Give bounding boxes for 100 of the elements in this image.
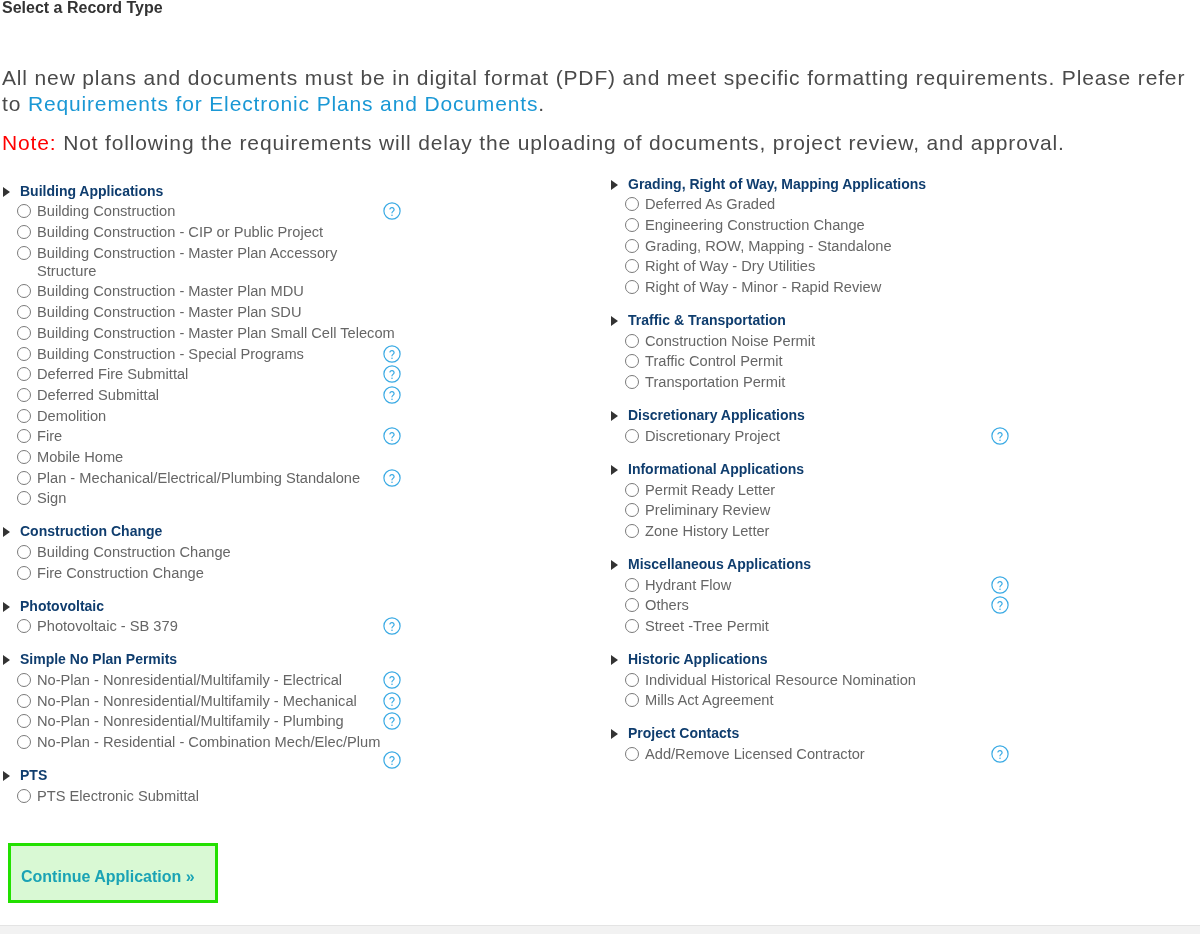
radio-button[interactable]	[625, 693, 639, 708]
option-label: Deferred Fire Submittal	[37, 366, 189, 383]
option-label: No-Plan - Nonresidential/Multifamily - Mechanical	[37, 692, 357, 709]
radio-button[interactable]	[625, 523, 639, 538]
radio-button[interactable]	[17, 619, 31, 634]
help-icon[interactable]	[383, 468, 401, 487]
radio-button[interactable]	[17, 204, 31, 219]
help-icon[interactable]	[383, 617, 401, 636]
group-heading: Discretionary Applications	[628, 407, 805, 424]
radio-button[interactable]	[17, 565, 31, 580]
page-title: Select a Record Type	[2, 0, 163, 16]
radio-button[interactable]	[17, 284, 31, 299]
radio-button[interactable]	[17, 673, 31, 687]
caret-right-icon[interactable]	[611, 729, 618, 740]
group-heading: Building Applications	[20, 182, 164, 199]
caret-right-icon[interactable]	[611, 464, 618, 475]
option-label: Transportation Permit	[645, 374, 786, 391]
radio-button[interactable]	[17, 470, 31, 485]
radio-button[interactable]	[17, 305, 31, 320]
group-heading: Historic Applications	[628, 650, 768, 667]
help-icon[interactable]	[383, 691, 401, 710]
option-label: Photovoltaic - SB 379	[37, 618, 178, 635]
radio-button[interactable]	[625, 598, 639, 613]
radio-button[interactable]	[17, 367, 31, 382]
radio-button[interactable]	[625, 333, 639, 348]
help-icon[interactable]	[991, 426, 1009, 445]
option-label: Street -Tree Permit	[645, 617, 769, 634]
help-icon[interactable]	[991, 744, 1009, 763]
caret-right-icon[interactable]	[611, 316, 618, 327]
option-label: Others	[645, 597, 689, 614]
radio-button[interactable]	[625, 375, 639, 390]
radio-button[interactable]	[625, 672, 639, 687]
radio-button[interactable]	[17, 387, 31, 402]
help-icon[interactable]	[383, 365, 401, 384]
option-label: Traffic Control Permit	[645, 353, 783, 370]
help-icon[interactable]	[991, 575, 1009, 594]
radio-button[interactable]	[625, 280, 639, 295]
option-label: Construction Noise Permit	[645, 332, 816, 349]
radio-button[interactable]	[17, 693, 31, 708]
radio-button[interactable]	[17, 245, 31, 260]
caret-right-icon[interactable]	[3, 771, 10, 782]
caret-right-icon[interactable]	[3, 527, 10, 538]
caret-right-icon[interactable]	[3, 601, 10, 612]
radio-button[interactable]	[17, 714, 31, 729]
option-label: Permit Ready Letter	[645, 481, 776, 498]
option-label: Demolition	[37, 407, 107, 424]
radio-button[interactable]	[17, 788, 31, 803]
option-label: Building Construction - Master Plan Accessory Structure	[37, 244, 338, 279]
caret-right-icon[interactable]	[3, 655, 10, 666]
caret-right-icon[interactable]	[611, 179, 618, 190]
radio-button[interactable]	[17, 408, 31, 423]
option-label: Right of Way - Dry Utilities	[645, 258, 816, 275]
help-icon[interactable]	[383, 385, 401, 404]
radio-button[interactable]	[625, 503, 639, 518]
continue-application-button[interactable]: Continue Application »	[8, 842, 218, 903]
radio-button[interactable]	[17, 429, 31, 444]
radio-button[interactable]	[625, 218, 639, 233]
caret-right-icon[interactable]	[611, 654, 618, 665]
help-icon[interactable]	[383, 344, 401, 363]
radio-button[interactable]	[625, 428, 639, 443]
help-icon[interactable]	[383, 712, 401, 731]
help-icon[interactable]	[383, 427, 401, 446]
option-label: No-Plan - Nonresidential/Multifamily - Electrical	[37, 672, 343, 688]
radio-button[interactable]	[17, 225, 31, 240]
radio-button[interactable]	[625, 482, 639, 497]
radio-button[interactable]	[625, 618, 639, 633]
caret-right-icon[interactable]	[611, 559, 618, 570]
radio-button[interactable]	[17, 735, 31, 750]
radio-button[interactable]	[625, 577, 639, 592]
option-label: No-Plan - Residential - Combination Mech/Elec/Plum	[37, 734, 381, 751]
radio-button[interactable]	[625, 238, 639, 253]
radio-button[interactable]	[17, 545, 31, 559]
radio-button[interactable]	[17, 325, 31, 340]
notice-text: All new plans and documents must be in digital format (PDF) and meet specific formatting requirements. Please refer to Requirements for Electronic Plans and Documents.	[2, 65, 1187, 117]
group-heading: Construction Change	[20, 523, 163, 540]
radio-button[interactable]	[17, 346, 31, 361]
option-label: Add/Remove Licensed Contractor	[645, 745, 865, 762]
help-icon[interactable]	[991, 596, 1009, 615]
radio-button[interactable]	[625, 746, 639, 761]
option-label: Fire	[37, 428, 63, 445]
caret-right-icon[interactable]	[3, 186, 10, 197]
option-label: Mills Act Agreement	[645, 692, 774, 709]
radio-button[interactable]	[625, 354, 639, 369]
help-icon[interactable]	[383, 751, 401, 770]
group-heading: Traffic & Transportation	[628, 312, 786, 329]
help-icon[interactable]	[383, 202, 401, 221]
option-label: Hydrant Flow	[645, 576, 732, 593]
option-label: Deferred Submittal	[37, 386, 160, 403]
radio-button[interactable]	[625, 197, 639, 212]
caret-right-icon[interactable]	[611, 411, 618, 422]
option-label: Deferred As Graded	[645, 196, 776, 213]
option-label: Preliminary Review	[645, 502, 771, 519]
radio-button[interactable]	[17, 491, 31, 506]
radio-button[interactable]	[625, 259, 639, 274]
requirements-link[interactable]: Requirements for Electronic Plans and Documents	[27, 92, 539, 115]
option-label: Building Construction Change	[37, 544, 231, 560]
radio-button[interactable]	[17, 449, 31, 464]
help-icon[interactable]	[383, 671, 401, 689]
group-heading: Informational Applications	[628, 460, 805, 477]
option-label: Fire Construction Change	[37, 564, 204, 581]
